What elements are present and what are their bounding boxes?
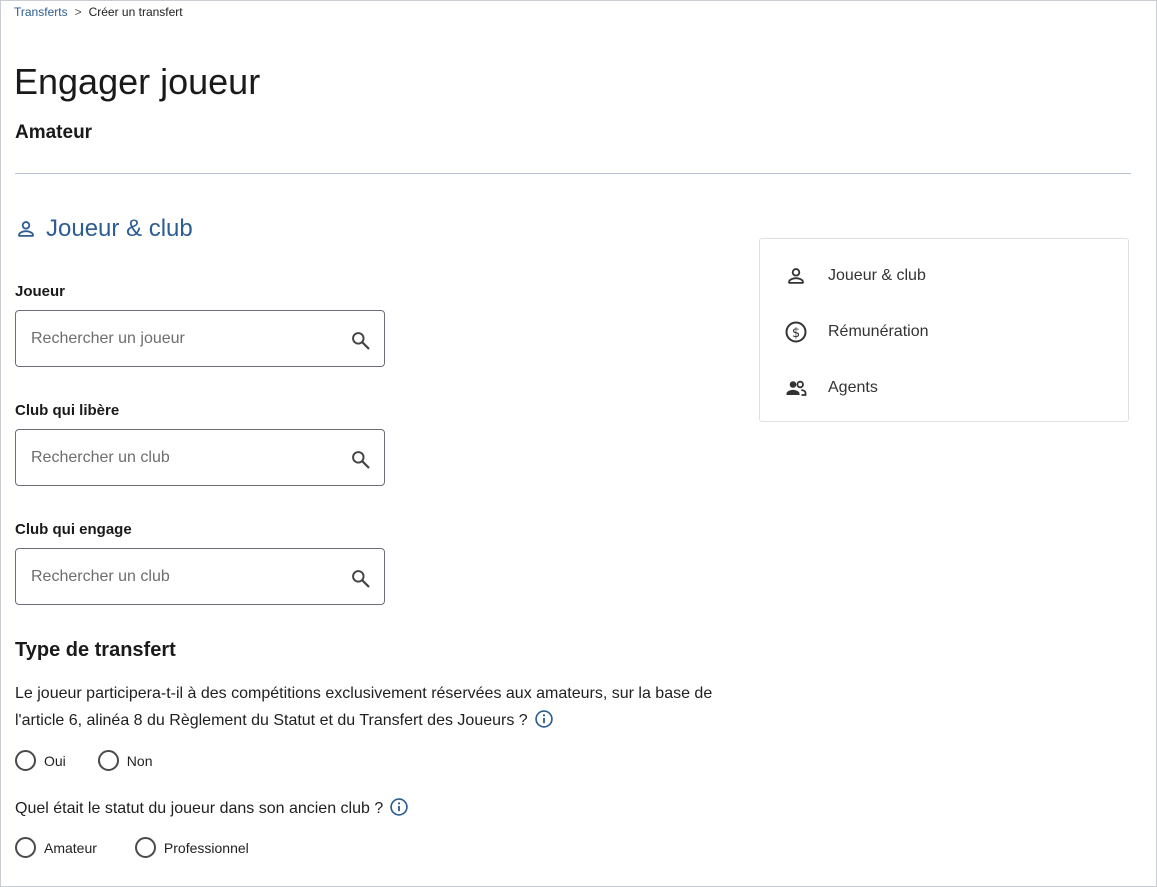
releasing-club-search-field [15, 429, 385, 486]
releasing-club-label: Club qui libère [15, 402, 120, 419]
radio-circle[interactable] [15, 837, 36, 858]
nav-item-label: Joueur & club [828, 267, 926, 284]
transfer-type-heading: Type de transfert [15, 639, 176, 661]
page-title: Engager joueur [14, 61, 261, 102]
page-subtitle: Amateur [15, 122, 93, 143]
radio-group-previous-status: Amateur Professionnel [15, 837, 249, 858]
player-label: Joueur [15, 283, 66, 300]
section-title-player-club: Joueur & club [15, 215, 193, 243]
radio-label: Non [126, 752, 153, 769]
person-icon [18, 221, 34, 237]
question-previous-status: Quel était le statut du joueur dans son … [15, 795, 765, 822]
radio-label: Oui [44, 752, 66, 769]
radio-group-amateur-competitions: Oui Non [15, 750, 152, 771]
nav-item-player-club[interactable]: Joueur & club [784, 264, 926, 288]
svg-text:$: $ [792, 326, 800, 341]
dollar-circle-icon: $ [784, 320, 808, 344]
radio-label: Amateur [44, 839, 97, 856]
engaging-club-label: Club qui engage [15, 521, 132, 538]
radio-oui[interactable]: Oui [15, 750, 66, 771]
search-icon[interactable] [350, 330, 371, 351]
header-divider [15, 173, 1131, 174]
nav-item-label: Agents [828, 379, 878, 396]
nav-item-remuneration[interactable]: $ Rémunération [784, 320, 929, 344]
breadcrumb-link-transferts[interactable]: Transferts [14, 5, 68, 19]
radio-non[interactable]: Non [97, 750, 153, 771]
releasing-club-search-input[interactable] [16, 429, 343, 486]
question-amateur-competitions-text: Le joueur participera-t-il à des compéti… [15, 685, 713, 729]
radio-amateur[interactable]: Amateur [15, 837, 97, 858]
breadcrumb-separator: > [74, 5, 82, 19]
radio-label: Professionnel [163, 839, 249, 856]
section-title-label: Joueur & club [46, 215, 193, 242]
engaging-club-search-input[interactable] [16, 548, 343, 605]
question-previous-status-text: Quel était le statut du joueur dans son … [15, 800, 384, 817]
radio-circle[interactable] [15, 750, 36, 771]
question-amateur-competitions: Le joueur participera-t-il à des compéti… [15, 680, 765, 734]
breadcrumb-current: Créer un transfert [88, 5, 183, 19]
engaging-club-search-field [15, 548, 385, 605]
player-search-field [15, 310, 385, 367]
search-icon[interactable] [350, 568, 371, 589]
person-icon [784, 264, 808, 288]
search-icon[interactable] [350, 449, 371, 470]
info-icon[interactable] [389, 797, 409, 817]
player-search-input[interactable] [16, 310, 343, 367]
info-icon[interactable] [534, 709, 554, 729]
people-icon [784, 376, 808, 400]
page-frame: Transferts > Créer un transfert Engager … [0, 0, 1157, 887]
nav-item-label: Rémunération [828, 323, 929, 340]
nav-item-agents[interactable]: Agents [784, 376, 878, 400]
radio-circle[interactable] [134, 837, 156, 858]
breadcrumb: Transferts > Créer un transfert [14, 5, 183, 19]
radio-circle[interactable] [97, 750, 119, 771]
radio-professionnel[interactable]: Professionnel [134, 837, 249, 858]
section-nav-panel: Joueur & club $ Rémunération Agents [759, 238, 1129, 422]
